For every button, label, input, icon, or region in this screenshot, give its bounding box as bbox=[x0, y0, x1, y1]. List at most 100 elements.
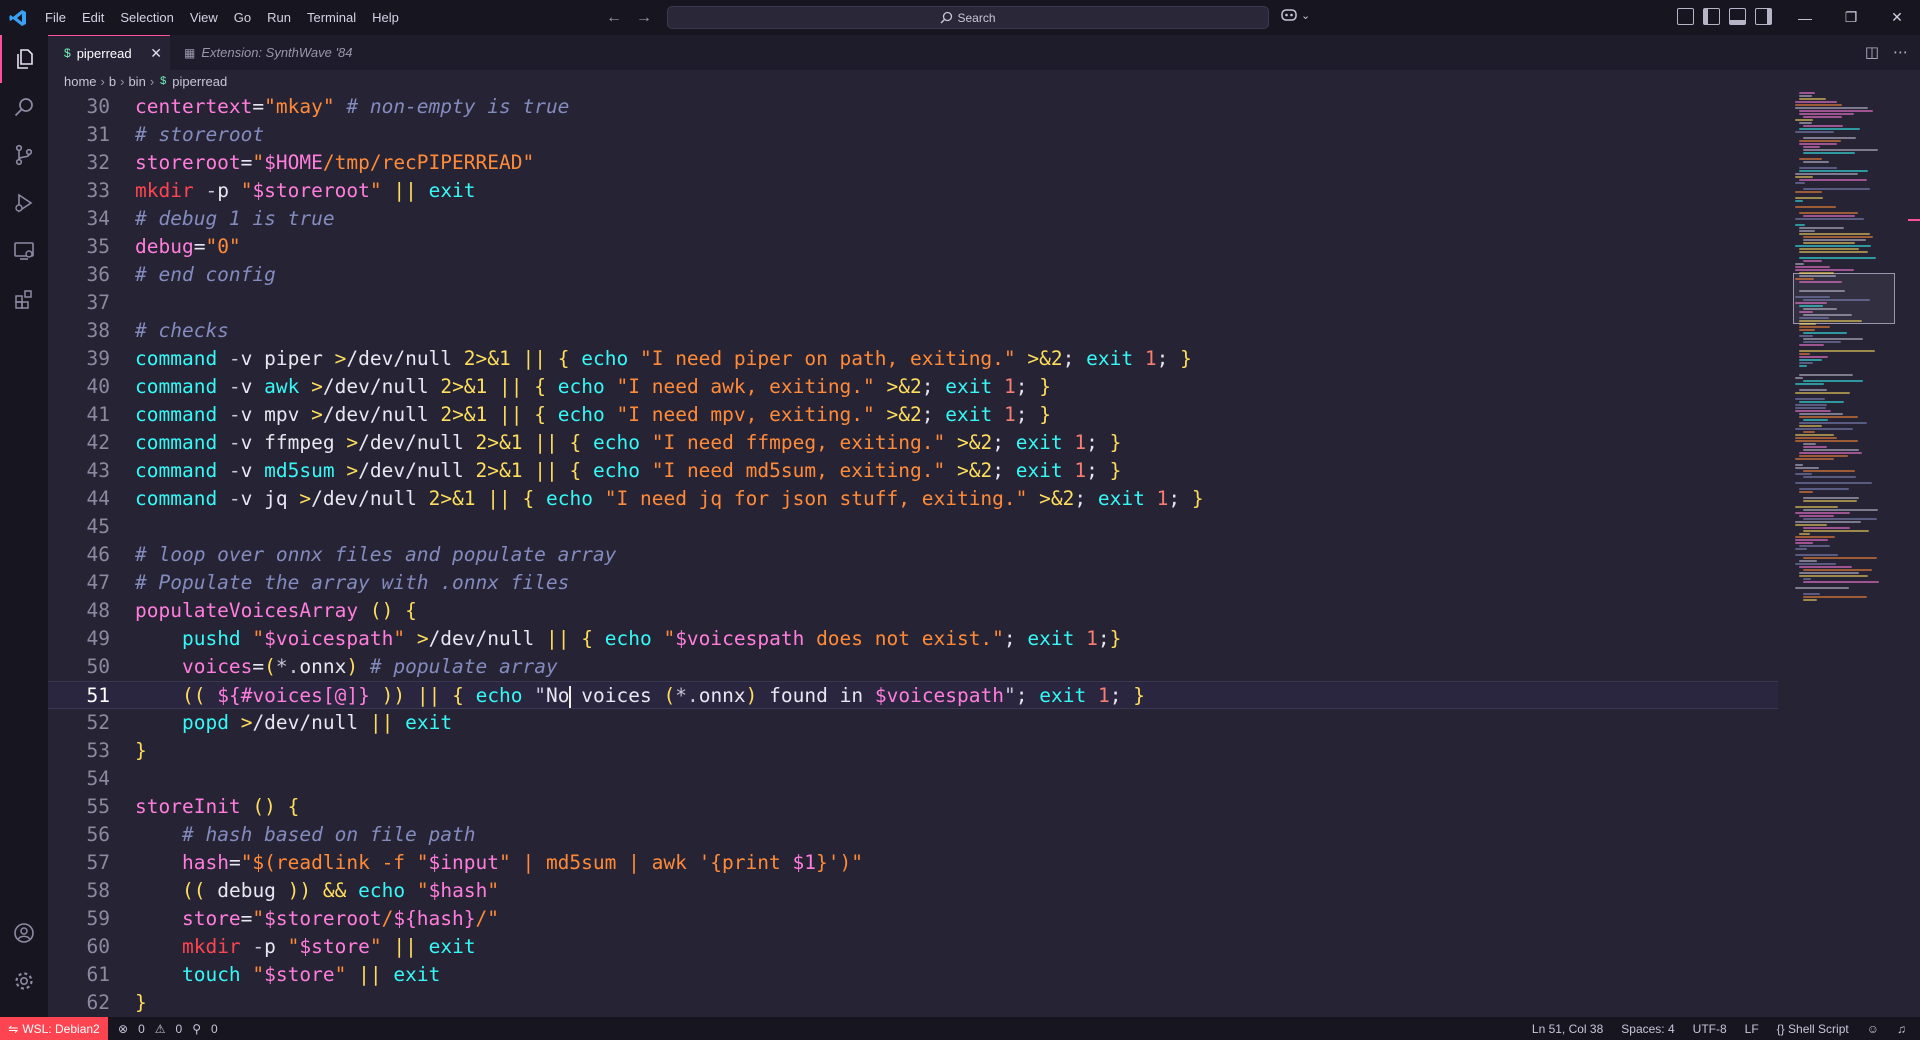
line-number: 30 bbox=[86, 95, 110, 118]
line-number: 33 bbox=[86, 179, 110, 202]
language-mode[interactable]: {} Shell Script bbox=[1777, 1022, 1849, 1036]
minimap-line bbox=[1803, 152, 1855, 154]
line-number: 37 bbox=[86, 291, 110, 314]
code-line[interactable]: 40 command -v awk >/dev/null 2>&1 || { ec… bbox=[48, 373, 1778, 401]
end-of-line[interactable]: LF bbox=[1745, 1022, 1759, 1036]
code-line[interactable]: 53} bbox=[48, 737, 1778, 765]
run-debug-icon[interactable] bbox=[0, 179, 48, 227]
menu-view[interactable]: View bbox=[182, 0, 226, 35]
breadcrumb-item[interactable]: b bbox=[109, 74, 116, 89]
code-line[interactable]: 52 popd >/dev/null || exit bbox=[48, 709, 1778, 737]
code-line[interactable]: 32 storeroot="$HOME/tmp/recPIPERREAD" bbox=[48, 149, 1778, 177]
code-line[interactable]: 54 bbox=[48, 765, 1778, 793]
command-center-search[interactable]: Search bbox=[667, 6, 1269, 29]
settings-gear-icon[interactable] bbox=[0, 957, 48, 1005]
code-line[interactable]: 34 # debug 1 is true bbox=[48, 205, 1778, 233]
code-line[interactable]: 37 bbox=[48, 289, 1778, 317]
line-number: 41 bbox=[86, 403, 110, 426]
minimap-line bbox=[1795, 296, 1830, 298]
code-line[interactable]: 50 voices=(*.onnx) # populate array bbox=[48, 653, 1778, 681]
minimap-line bbox=[1799, 272, 1834, 274]
menu-go[interactable]: Go bbox=[226, 0, 259, 35]
breadcrumb-item[interactable]: bin bbox=[128, 74, 145, 89]
split-editor-icon[interactable]: ◫ bbox=[1865, 43, 1879, 61]
search-label: Search bbox=[957, 10, 996, 25]
line-code: popd >/dev/null || exit bbox=[181, 711, 453, 734]
code-line[interactable]: 60 mkdir -p "$store" || exit bbox=[48, 933, 1778, 961]
code-line[interactable]: 49 pushd "$voicespath" >/dev/null || { e… bbox=[48, 625, 1778, 653]
close-icon[interactable]: ✕ bbox=[150, 45, 162, 62]
minimap-line bbox=[1799, 179, 1867, 181]
forward-arrow-icon[interactable]: → bbox=[636, 9, 652, 27]
minimize-icon[interactable]: — bbox=[1782, 0, 1828, 35]
code-line[interactable]: 48 populateVoicesArray () { bbox=[48, 597, 1778, 625]
copilot-menu[interactable]: ⌄ bbox=[1280, 7, 1310, 23]
code-line[interactable]: 36 # end config bbox=[48, 261, 1778, 289]
extensions-icon[interactable] bbox=[0, 275, 48, 323]
search-icon[interactable] bbox=[0, 83, 48, 131]
remote-indicator[interactable]: ⇋ WSL: Debian2 bbox=[0, 1017, 108, 1040]
toggle-primary-sidebar-icon[interactable] bbox=[1703, 8, 1720, 25]
close-window-icon[interactable]: ✕ bbox=[1874, 0, 1920, 35]
code-line[interactable]: 41 command -v mpv >/dev/null 2>&1 || { ec… bbox=[48, 401, 1778, 429]
menu-help[interactable]: Help bbox=[364, 0, 407, 35]
tab-extension-synthwave[interactable]: ▦ Extension: SynthWave '84 bbox=[170, 35, 420, 70]
code-line[interactable]: 35 debug="0" bbox=[48, 233, 1778, 261]
code-line[interactable]: 57 hash="$(readlink -f "$input" | md5sum… bbox=[48, 849, 1778, 877]
line-code: voices=(*.onnx) # populate array bbox=[181, 655, 558, 678]
code-line[interactable]: 44 command -v jq >/dev/null 2>&1 || { ech… bbox=[48, 485, 1778, 513]
menu-terminal[interactable]: Terminal bbox=[299, 0, 364, 35]
minimap-line bbox=[1799, 170, 1868, 172]
code-line[interactable]: 46 # loop over onnx files and populate ar… bbox=[48, 541, 1778, 569]
restore-icon[interactable]: ❐ bbox=[1828, 0, 1874, 35]
code-line[interactable]: 43 command -v md5sum >/dev/null 2>&1 || {… bbox=[48, 457, 1778, 485]
accounts-icon[interactable] bbox=[0, 909, 48, 957]
notifications-bell-icon[interactable]: ♫ bbox=[1897, 1022, 1906, 1036]
breadcrumb-item[interactable]: home bbox=[64, 74, 97, 89]
ports-count: 0 bbox=[211, 1021, 218, 1036]
customize-layout-icon[interactable] bbox=[1677, 8, 1694, 25]
minimap-line bbox=[1795, 398, 1825, 400]
code-line[interactable]: 47 # Populate the array with .onnx files bbox=[48, 569, 1778, 597]
encoding[interactable]: UTF-8 bbox=[1693, 1022, 1727, 1036]
remote-label: WSL: Debian2 bbox=[22, 1021, 100, 1036]
more-actions-icon[interactable]: ⋯ bbox=[1893, 43, 1908, 61]
menu-edit[interactable]: Edit bbox=[74, 0, 112, 35]
code-line[interactable]: 33 mkdir -p "$storeroot" || exit bbox=[48, 177, 1778, 205]
source-control-icon[interactable] bbox=[0, 131, 48, 179]
minimap-line bbox=[1799, 455, 1848, 457]
line-code: pushd "$voicespath" >/dev/null || { echo… bbox=[181, 627, 1122, 650]
problems-indicator[interactable]: ⊗ 0 ⚠ 0 ⚲ 0 bbox=[118, 1022, 218, 1036]
code-line[interactable]: 39 command -v piper >/dev/null 2>&1 || { … bbox=[48, 345, 1778, 373]
code-line[interactable]: 31 # storeroot bbox=[48, 121, 1778, 149]
toggle-panel-icon[interactable] bbox=[1729, 8, 1746, 25]
menu-selection[interactable]: Selection bbox=[112, 0, 181, 35]
code-line[interactable]: 55 storeInit () { bbox=[48, 793, 1778, 821]
code-line[interactable]: 51 (( ${#voices[@]} )) || { echo "No voi… bbox=[48, 681, 1778, 709]
code-line[interactable]: 42 command -v ffmpeg >/dev/null 2>&1 || {… bbox=[48, 429, 1778, 457]
code-line[interactable]: 58 (( debug )) && echo "$hash" bbox=[48, 877, 1778, 905]
minimap-line bbox=[1795, 434, 1834, 436]
code-line[interactable]: 30 centertext="mkay" # non-empty is true bbox=[48, 93, 1778, 121]
code-line[interactable]: 38 # checks bbox=[48, 317, 1778, 345]
tab-piperread[interactable]: $ piperread ✕ bbox=[48, 35, 170, 70]
code-line[interactable]: 61 touch "$store" || exit bbox=[48, 961, 1778, 989]
code-editor[interactable]: 29# center text block30centertext="mkay"… bbox=[48, 70, 1778, 1017]
feedback-icon[interactable]: ☺ bbox=[1867, 1022, 1879, 1036]
code-line[interactable]: 56 # hash based on file path bbox=[48, 821, 1778, 849]
menu-file[interactable]: File bbox=[37, 0, 74, 35]
cursor-position[interactable]: Ln 51, Col 38 bbox=[1532, 1022, 1603, 1036]
explorer-icon[interactable] bbox=[0, 35, 48, 83]
remote-explorer-icon[interactable] bbox=[0, 227, 48, 275]
line-code: command -v mpv >/dev/null 2>&1 || { echo… bbox=[135, 403, 1051, 426]
back-arrow-icon[interactable]: ← bbox=[606, 9, 622, 27]
minimap[interactable] bbox=[1790, 92, 1908, 1017]
menu-run[interactable]: Run bbox=[259, 0, 299, 35]
indentation[interactable]: Spaces: 4 bbox=[1621, 1022, 1674, 1036]
code-line[interactable]: 45 bbox=[48, 513, 1778, 541]
toggle-secondary-sidebar-icon[interactable] bbox=[1755, 8, 1772, 25]
breadcrumb-item[interactable]: piperread bbox=[172, 74, 227, 89]
code-line[interactable]: 62} bbox=[48, 989, 1778, 1017]
line-code: (( ${#voices[@]} )) || { echo "No voices… bbox=[181, 684, 1145, 708]
code-line[interactable]: 59 store="$storeroot/${hash}/" bbox=[48, 905, 1778, 933]
